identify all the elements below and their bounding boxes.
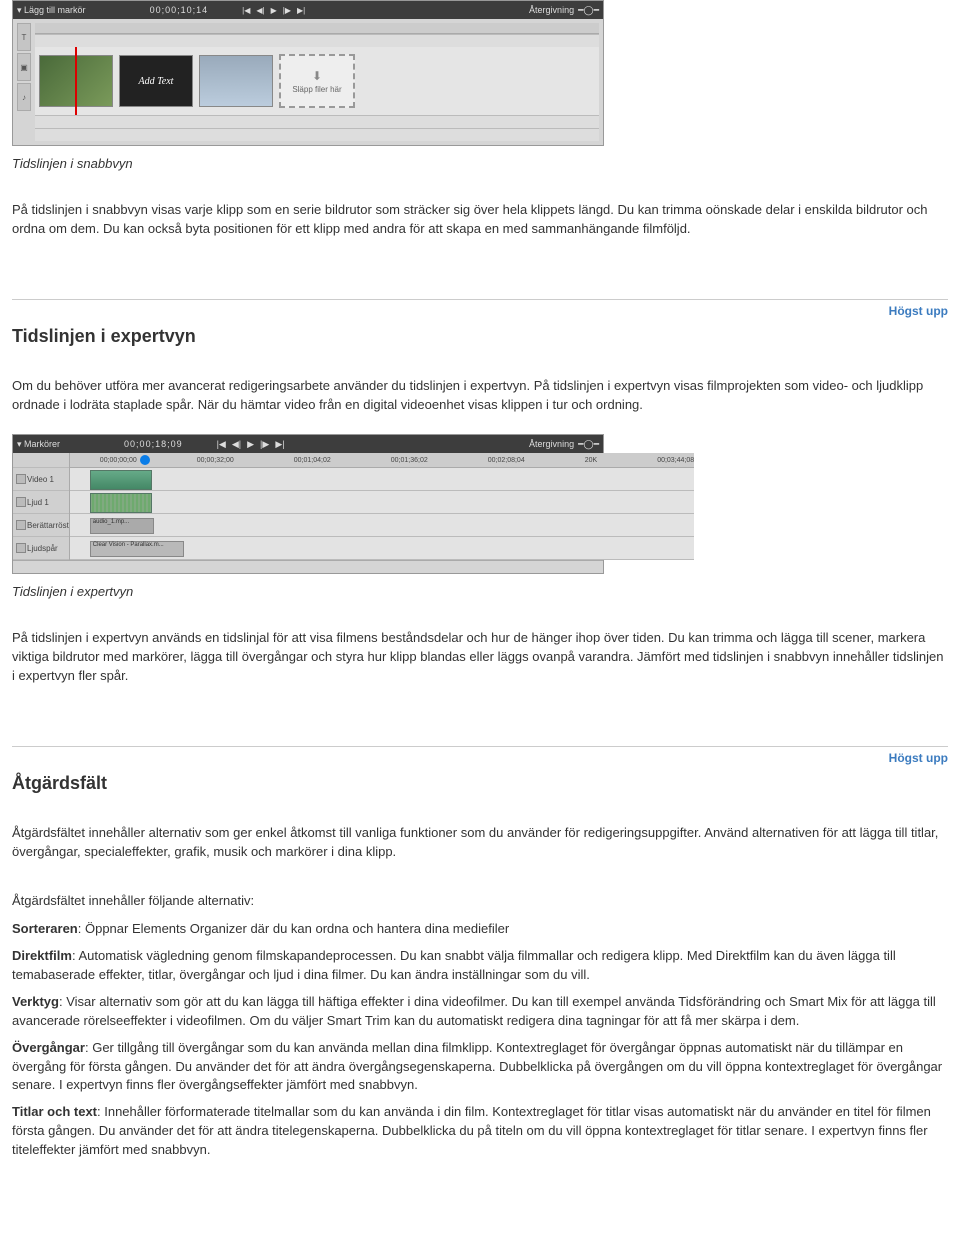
section-divider-2	[12, 746, 948, 747]
transport-controls[interactable]: |◀ ◀| ▶ |▶ ▶|	[242, 6, 305, 15]
section-divider	[12, 299, 948, 300]
video-clip[interactable]	[90, 470, 152, 490]
horizontal-scrollbar[interactable]	[13, 560, 603, 573]
tick: 00;00;32;00	[197, 457, 234, 464]
step-back-icon[interactable]: ◀|	[256, 6, 264, 15]
option-label: Titlar och text	[12, 1104, 97, 1119]
render-label[interactable]: Återgivning	[529, 5, 574, 15]
heading-expertvyn: Tidslinjen i expertvyn	[12, 326, 948, 347]
para-atgardsfalt-intro: Åtgärdsfältet innehåller alternativ som …	[12, 824, 948, 862]
track-header-audio: ♪	[17, 83, 31, 111]
top-link-1[interactable]: Högst upp	[12, 304, 948, 318]
step-fwd-icon[interactable]: |▶	[283, 6, 291, 15]
play-icon[interactable]: ▶	[247, 439, 254, 450]
time-ruler[interactable]	[35, 23, 599, 34]
option-text: : Automatisk vägledning genom filmskapan…	[12, 948, 896, 982]
expert-playhead[interactable]	[140, 455, 150, 465]
tick: 00;01;36;02	[391, 457, 428, 464]
snabbvyn-toolbar: ▾ Lägg till markör 00;00;10;14 |◀ ◀| ▶ |…	[13, 1, 603, 19]
zoom-slider-icon[interactable]: ━◯━	[578, 439, 599, 450]
caption-expertvyn: Tidslinjen i expertvyn	[12, 584, 948, 599]
timecode-display: 00;00;10;14	[150, 5, 209, 15]
track-header-video: ▣	[17, 53, 31, 81]
option-label: Övergångar	[12, 1040, 85, 1055]
render-label[interactable]: Återgivning	[529, 439, 574, 450]
soundtrack-clip[interactable]: Clear Vision - Parallax.m...	[90, 541, 184, 557]
track-label-audio1[interactable]: Ljud 1	[13, 491, 69, 514]
video-track[interactable]	[70, 468, 694, 491]
expert-transport[interactable]: |◀ ◀| ▶ |▶ ▶|	[217, 439, 285, 450]
drop-label: Släpp filer här	[292, 85, 341, 94]
heading-atgardsfalt: Åtgärdsfält	[12, 773, 948, 794]
option-text: : Innehåller förformaterade titelmallar …	[12, 1104, 931, 1157]
audio-clip[interactable]	[90, 493, 152, 513]
step-back-icon[interactable]: ◀|	[232, 439, 241, 450]
narration-clip[interactable]: audio_1.mp...	[90, 518, 154, 534]
zoom-slider-icon[interactable]: ━◯━	[578, 5, 599, 16]
caption-snabbvyn: Tidslinjen i snabbvyn	[12, 156, 948, 171]
tick: 00;02;08;04	[488, 457, 525, 464]
option-sorteraren: Sorteraren: Öppnar Elements Organizer dä…	[12, 920, 948, 939]
tick: 00;01;04;02	[294, 457, 331, 464]
para-options-intro: Åtgärdsfältet innehåller följande altern…	[12, 892, 948, 911]
step-fwd-icon[interactable]: |▶	[260, 439, 269, 450]
playhead[interactable]	[75, 47, 77, 115]
para-expertvyn-desc: På tidslinjen i expertvyn används en tid…	[12, 629, 948, 686]
para-expertvyn-intro: Om du behöver utföra mer avancerat redig…	[12, 377, 948, 415]
markers-dropdown[interactable]: ▾ Markörer	[17, 439, 60, 450]
expert-ruler[interactable]: 00;00;00;00 00;00;32;00 00;01;04;02 00;0…	[70, 453, 694, 468]
para-snabbvyn-desc: På tidslinjen i snabbvyn visas varje kli…	[12, 201, 948, 239]
audio-track[interactable]	[70, 491, 694, 514]
soundtrack-track[interactable]: Clear Vision - Parallax.m...	[70, 537, 694, 560]
track-label-video1[interactable]: Video 1	[13, 468, 69, 491]
option-label: Direktfilm	[12, 948, 72, 963]
tick: 20K	[585, 457, 597, 464]
option-text: : Öppnar Elements Organizer där du kan o…	[78, 921, 509, 936]
goto-end-icon[interactable]: ▶|	[297, 6, 305, 15]
option-text: : Visar alternativ som gör att du kan lä…	[12, 994, 936, 1028]
track-label-sound[interactable]: Ljudspår	[13, 537, 69, 560]
option-titlar: Titlar och text: Innehåller förformatera…	[12, 1103, 948, 1160]
marker-dropdown[interactable]: ▾ Lägg till markör	[17, 5, 86, 16]
track-header-t: T	[17, 23, 31, 51]
goto-end-icon[interactable]: ▶|	[275, 439, 284, 450]
tick: 00;03;44;08	[657, 457, 694, 464]
expert-toolbar: ▾ Markörer 00;00;18;09 |◀ ◀| ▶ |▶ ▶| Åte…	[13, 435, 603, 453]
play-icon[interactable]: ▶	[271, 6, 277, 15]
goto-start-icon[interactable]: |◀	[217, 439, 226, 450]
option-text: : Ger tillgång till övergångar som du ka…	[12, 1040, 942, 1093]
tick: 00;00;00;00	[100, 457, 137, 464]
option-label: Sorteraren	[12, 921, 78, 936]
narration-track[interactable]: audio_1.mp...	[70, 514, 694, 537]
top-link-2[interactable]: Högst upp	[12, 751, 948, 765]
expert-timecode: 00;00;18;09	[124, 439, 183, 449]
title-clip[interactable]: Add Text	[119, 55, 193, 107]
option-label: Verktyg	[12, 994, 59, 1009]
track-label-narr[interactable]: Berättarröst	[13, 514, 69, 537]
drop-target[interactable]: ⬇ Släpp filer här	[279, 54, 355, 108]
snabbvyn-timeline: ▾ Lägg till markör 00;00;10;14 |◀ ◀| ▶ |…	[12, 0, 604, 146]
option-overgangar: Övergångar: Ger tillgång till övergångar…	[12, 1039, 948, 1096]
option-direktfilm: Direktfilm: Automatisk vägledning genom …	[12, 947, 948, 985]
option-verktyg: Verktyg: Visar alternativ som gör att du…	[12, 993, 948, 1031]
down-arrow-icon: ⬇	[312, 69, 322, 83]
expertvyn-timeline: ▾ Markörer 00;00;18;09 |◀ ◀| ▶ |▶ ▶| Åte…	[12, 434, 604, 574]
goto-start-icon[interactable]: |◀	[242, 6, 250, 15]
video-clip-2[interactable]	[199, 55, 273, 107]
